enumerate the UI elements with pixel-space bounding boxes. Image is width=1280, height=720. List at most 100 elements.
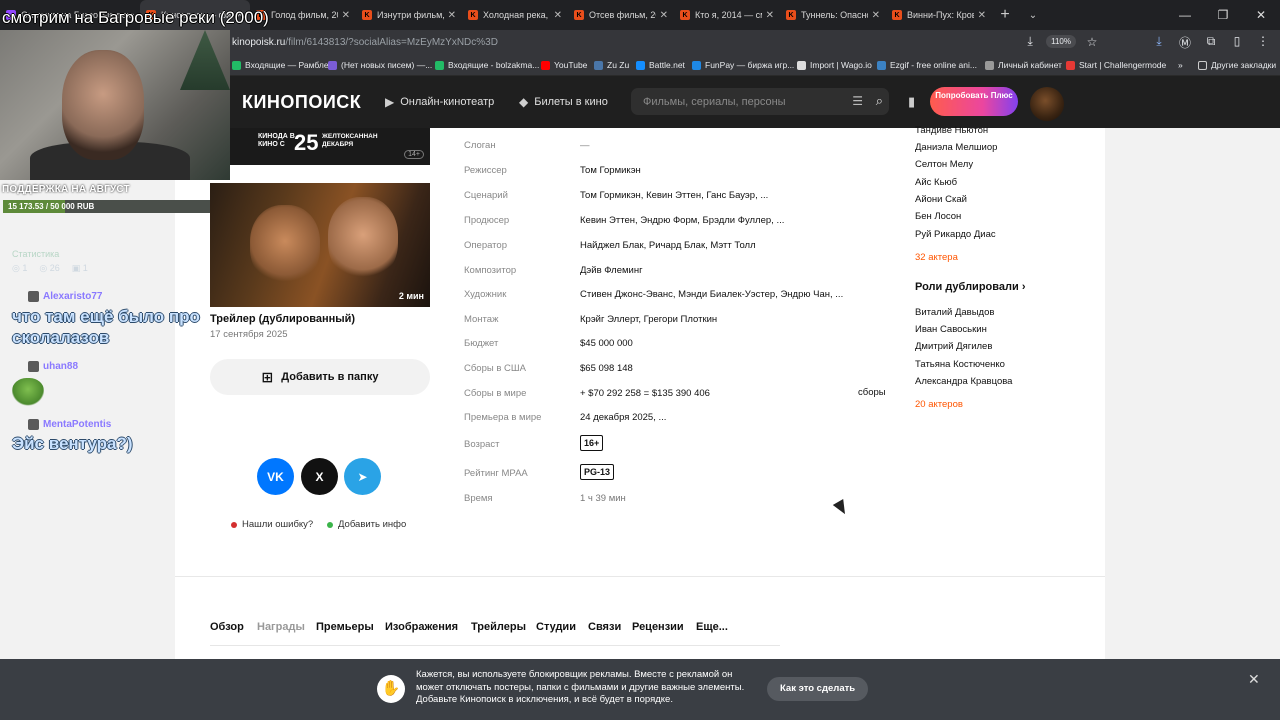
restore-icon[interactable]: ❐ — [1204, 0, 1242, 30]
tab-awards[interactable]: Награды — [257, 621, 305, 633]
install-app-icon[interactable]: ⤓ — [1022, 34, 1038, 49]
how-to-button[interactable]: Как это сделать — [767, 677, 869, 701]
bookmark-item[interactable]: Zu Zu — [594, 60, 629, 70]
extensions-puzzle-icon[interactable]: ⧉ — [1204, 34, 1218, 51]
bookmark-item[interactable]: Start | Challengermode — [1066, 60, 1166, 70]
tab-close-icon[interactable]: ✕ — [448, 10, 456, 21]
tab-close-icon[interactable]: ✕ — [660, 10, 668, 21]
search-input[interactable]: Фильмы, сериалы, персоны — [643, 96, 786, 108]
cast-member[interactable]: Даниэла Мелшиор — [915, 142, 997, 153]
browser-menu-icon[interactable]: ⋮ — [1256, 34, 1270, 51]
telegram-share-icon[interactable]: ➤ — [344, 458, 381, 495]
info-label: Режиссер — [464, 165, 507, 176]
bookmark-item[interactable]: FunPay — биржа игр... — [692, 60, 794, 70]
cast-member[interactable]: Тандиве Ньютон — [915, 125, 988, 136]
tab-overview[interactable]: Обзор — [210, 621, 244, 633]
cast-member[interactable]: Селтон Мелу — [915, 159, 973, 170]
support-progress-bar: 15 173.53 / 50 000 RUB — [3, 200, 210, 213]
trailer-thumbnail[interactable]: 2 мин — [210, 183, 430, 307]
nav-online-cinema[interactable]: ▶ Онлайн-кинотеатр — [385, 95, 494, 109]
bookmark-item[interactable]: Входящие — Рамбле... — [232, 60, 336, 70]
new-tab-icon[interactable]: + — [992, 6, 1018, 24]
avatar[interactable] — [1030, 87, 1064, 121]
url-field[interactable]: kinopoisk.ru/film/6143813/?socialAlias=M… — [232, 37, 498, 48]
tab-close-icon[interactable]: ✕ — [342, 10, 350, 21]
tab-search-chevron-icon[interactable]: ⌄ — [1018, 10, 1048, 21]
box-office-link[interactable]: сборы — [858, 387, 886, 398]
stream-title: смотрим на Багровые реки (2000) — [2, 8, 269, 27]
info-value[interactable]: Том Гормикэн, Кевин Эттен, Ганс Бауэр, .… — [580, 190, 768, 201]
browser-tab[interactable]: K Холодная река, 20 ✕ — [462, 0, 568, 30]
tab-images[interactable]: Изображения — [385, 621, 458, 633]
tab-premieres[interactable]: Премьеры — [316, 621, 374, 633]
cast-member[interactable]: Руй Рикардо Диас — [915, 229, 996, 240]
bookmark-icon[interactable]: ▮ — [908, 94, 915, 110]
close-icon[interactable]: ✕ — [1248, 671, 1260, 688]
cast-member[interactable]: Айони Скай — [915, 194, 967, 205]
info-value[interactable]: Том Гормикэн — [580, 165, 641, 176]
info-label: Художник — [464, 289, 507, 300]
x-share-icon[interactable]: X — [301, 458, 338, 495]
tab-studios[interactable]: Студии — [536, 621, 576, 633]
add-info-link[interactable]: Добавить инфо — [327, 519, 406, 530]
sidebar-icon[interactable]: ▯ — [1230, 34, 1244, 51]
info-value[interactable]: Найджел Блак, Ричард Блак, Мэтт Толл — [580, 240, 756, 251]
zoom-badge[interactable]: 110% — [1046, 35, 1076, 48]
add-to-folder-button[interactable]: ⊞ Добавить в папку — [210, 359, 430, 395]
tab-close-icon[interactable]: ✕ — [766, 10, 774, 21]
info-value[interactable]: Стивен Джонс-Эванс, Мэнди Биалек-Уэстер,… — [580, 289, 843, 300]
report-error-link[interactable]: Нашли ошибку? — [231, 519, 313, 530]
bookmark-star-icon[interactable]: ☆ — [1084, 35, 1100, 49]
dub-more-link[interactable]: 20 актеров — [915, 399, 963, 410]
bookmark-item[interactable]: Import | Wago.io — [797, 60, 872, 70]
info-value[interactable]: Кевин Эттен, Эндрю Форм, Брэдли Фуллер, … — [580, 215, 784, 226]
extension-m-icon[interactable]: Ⓜ — [1178, 34, 1192, 51]
site-search[interactable]: Фильмы, сериалы, персоны ☰ ⌕ — [631, 88, 889, 115]
tab-close-icon[interactable]: ✕ — [554, 10, 562, 21]
cast-member[interactable]: Айс Кьюб — [915, 177, 957, 188]
cast-more-link[interactable]: 32 актера — [915, 252, 958, 263]
bookmark-item[interactable]: Личный кабинет — [985, 60, 1062, 70]
browser-tab[interactable]: K Туннель: Опасно д ✕ — [780, 0, 886, 30]
minimize-icon[interactable]: — — [1166, 0, 1204, 30]
download-icon[interactable]: ⤓ — [1152, 34, 1166, 51]
dub-cast-member[interactable]: Татьяна Костюченко — [915, 359, 1005, 370]
trailer-title[interactable]: Трейлер (дублированный) — [210, 313, 355, 325]
dub-cast-member[interactable]: Александра Кравцова — [915, 376, 1012, 387]
info-value[interactable]: 24 декабря 2025, ... — [580, 412, 666, 423]
ad-banner[interactable]: КИНОДА В КИНО С 25 ЖЕЛТОКСАННАН ДЕКАБРЯ … — [230, 128, 430, 165]
tab-close-icon[interactable]: ✕ — [978, 10, 986, 21]
dub-cast-member[interactable]: Дмитрий Дягилев — [915, 341, 992, 352]
dub-cast-member[interactable]: Виталий Давыдов — [915, 307, 994, 318]
tab-close-icon[interactable]: ✕ — [872, 10, 880, 21]
search-icon[interactable]: ⌕ — [876, 93, 883, 109]
dub-cast-heading[interactable]: Роли дублировали › — [915, 281, 1025, 293]
browser-tab[interactable]: K Винни-Пух: Кровь ✕ — [886, 0, 992, 30]
browser-tab[interactable]: K Отсев фильм, 2016 ✕ — [568, 0, 674, 30]
browser-tab[interactable]: K Изнутри фильм, 20 ✕ — [356, 0, 462, 30]
info-value: 1 ч 39 мин — [580, 493, 626, 504]
battlenet-icon — [636, 60, 645, 70]
nav-tickets[interactable]: ◆ Билеты в кино — [519, 95, 608, 109]
close-window-icon[interactable]: ✕ — [1242, 0, 1280, 30]
tab-more[interactable]: Еще... — [696, 621, 728, 633]
info-value[interactable]: Дэйв Флеминг — [580, 265, 643, 276]
other-bookmarks[interactable]: Другие закладки — [1198, 60, 1276, 70]
bookmark-item[interactable]: Ezgif - free online ani... — [877, 60, 977, 70]
bookmark-item[interactable]: YouTube — [541, 60, 587, 70]
filter-icon[interactable]: ☰ — [852, 94, 863, 108]
vk-share-icon[interactable]: VK — [257, 458, 294, 495]
kinopoisk-logo[interactable]: КИНОПОИСК — [242, 92, 361, 113]
try-plus-button[interactable]: Попробовать Плюс — [930, 87, 1018, 116]
cast-member[interactable]: Бен Лосон — [915, 211, 961, 222]
dub-cast-member[interactable]: Иван Савоськин — [915, 324, 987, 335]
tab-relations[interactable]: Связи — [588, 621, 621, 633]
tab-reviews[interactable]: Рецензии — [632, 621, 684, 633]
tab-trailers[interactable]: Трейлеры — [471, 621, 526, 633]
bookmark-item[interactable]: (Нет новых писем) —... — [328, 60, 432, 70]
bookmark-item[interactable]: Входящие - bolzakma... — [435, 60, 539, 70]
bookmark-item[interactable]: Battle.net — [636, 60, 685, 70]
more-bookmarks-chevron-icon[interactable]: » — [1178, 60, 1183, 70]
info-value[interactable]: Крэйг Эллерт, Грегори Плоткин — [580, 314, 717, 325]
browser-tab[interactable]: K Кто я, 2014 — смо ✕ — [674, 0, 780, 30]
